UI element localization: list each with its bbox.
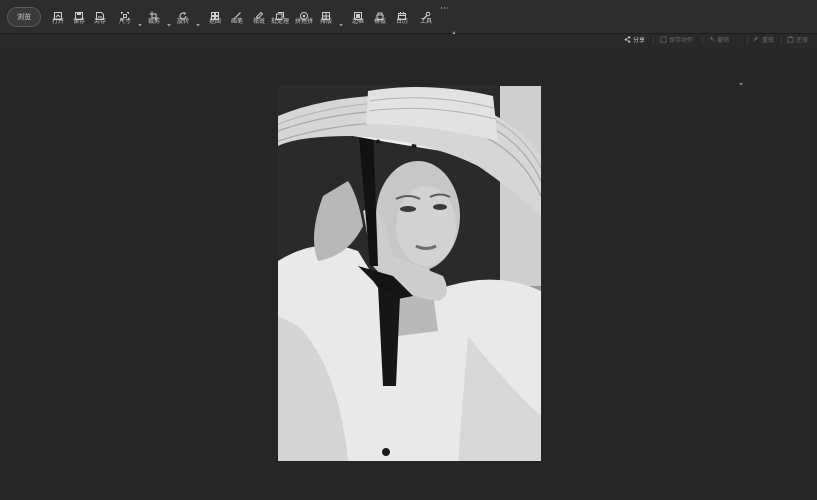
layout-button[interactable]: 排版 — [314, 6, 338, 28]
frame-button[interactable]: 边框 — [346, 6, 370, 28]
rotate-label: 旋转 — [176, 18, 189, 25]
batch-icon — [268, 6, 292, 20]
share-icon — [624, 36, 631, 43]
divider — [702, 37, 703, 45]
batch-button[interactable]: 批处理 — [268, 6, 292, 28]
restore-label: 还原 — [796, 37, 809, 44]
rotate-dropdown-caret[interactable] — [195, 13, 201, 27]
browse-button[interactable]: 浏览 — [7, 7, 41, 27]
save-action-label: 保存动作 — [669, 37, 694, 44]
secondary-toolbar: 分享 保存动作 撤销 重做 还原 — [0, 34, 817, 86]
frame-icon — [346, 6, 370, 20]
tools-icon — [414, 6, 438, 20]
layout-dropdown-caret[interactable] — [338, 13, 344, 27]
restore-icon — [787, 36, 794, 43]
frame-label: 边框 — [351, 18, 364, 25]
calendar-button[interactable]: 日历 — [390, 6, 414, 28]
rotate-icon — [171, 6, 195, 20]
undo-icon — [710, 36, 715, 42]
template-icon — [368, 6, 392, 20]
chevron-down-icon — [196, 24, 200, 27]
undo-button[interactable]: 撤销 — [708, 36, 729, 46]
restore-button[interactable]: 还原 — [787, 36, 808, 46]
save-as-icon — [88, 6, 112, 20]
collage-icon — [292, 6, 316, 20]
resize-icon — [113, 6, 137, 20]
save-as-button[interactable]: 另存 — [88, 6, 112, 28]
image-canvas[interactable] — [0, 49, 817, 500]
divider — [747, 37, 748, 45]
crop-button[interactable]: 裁剪 — [142, 6, 166, 28]
more-menu-button[interactable]: ··· — [440, 4, 449, 14]
tools-button[interactable]: 工具 — [414, 6, 438, 28]
resize-label: 尺寸 — [118, 18, 131, 25]
redo-label: 重做 — [762, 37, 775, 44]
rotate-button[interactable]: 旋转 — [171, 6, 195, 28]
chevron-down-icon — [339, 24, 343, 27]
redo-button[interactable]: 重做 — [753, 36, 774, 46]
batch-label: 批处理 — [270, 18, 289, 25]
divider — [781, 37, 782, 45]
crop-label: 裁剪 — [147, 18, 160, 25]
undo-label: 撤销 — [717, 37, 730, 44]
layout-label: 排版 — [319, 18, 332, 25]
calendar-icon — [390, 6, 414, 20]
save-as-label: 另存 — [93, 18, 106, 25]
save-action-icon — [660, 36, 667, 43]
save-action-button[interactable]: 保存动作 — [660, 36, 693, 46]
cutout-button[interactable]: 抠图 — [203, 6, 227, 28]
crop-icon — [142, 6, 166, 21]
resize-button[interactable]: 尺寸 — [113, 6, 137, 28]
redo-icon — [753, 36, 758, 42]
portrait-photo — [278, 86, 541, 461]
calendar-label: 日历 — [395, 18, 408, 25]
photo-preview[interactable] — [278, 86, 541, 461]
collage-label: 拼拖拼 — [294, 18, 313, 25]
share-button[interactable]: 分享 — [624, 36, 645, 46]
divider — [653, 37, 654, 45]
tools-label: 工具 — [419, 18, 432, 25]
template-label: 模板 — [373, 18, 386, 25]
brush-icon — [225, 6, 249, 20]
main-toolbar: 浏览 打开 保存 另存 尺寸 裁剪 旋转 抠图 画笔 祛斑 批处理 拼拖拼 排版… — [0, 0, 817, 36]
layout-icon — [314, 6, 338, 20]
cutout-label: 抠图 — [208, 18, 221, 25]
cutout-icon — [203, 6, 227, 20]
brush-button[interactable]: 画笔 — [225, 6, 249, 28]
template-button[interactable]: 模板 — [368, 6, 392, 28]
brush-label: 画笔 — [230, 18, 243, 25]
collage-button[interactable]: 拼拖拼 — [292, 6, 316, 28]
share-label: 分享 — [633, 37, 646, 44]
